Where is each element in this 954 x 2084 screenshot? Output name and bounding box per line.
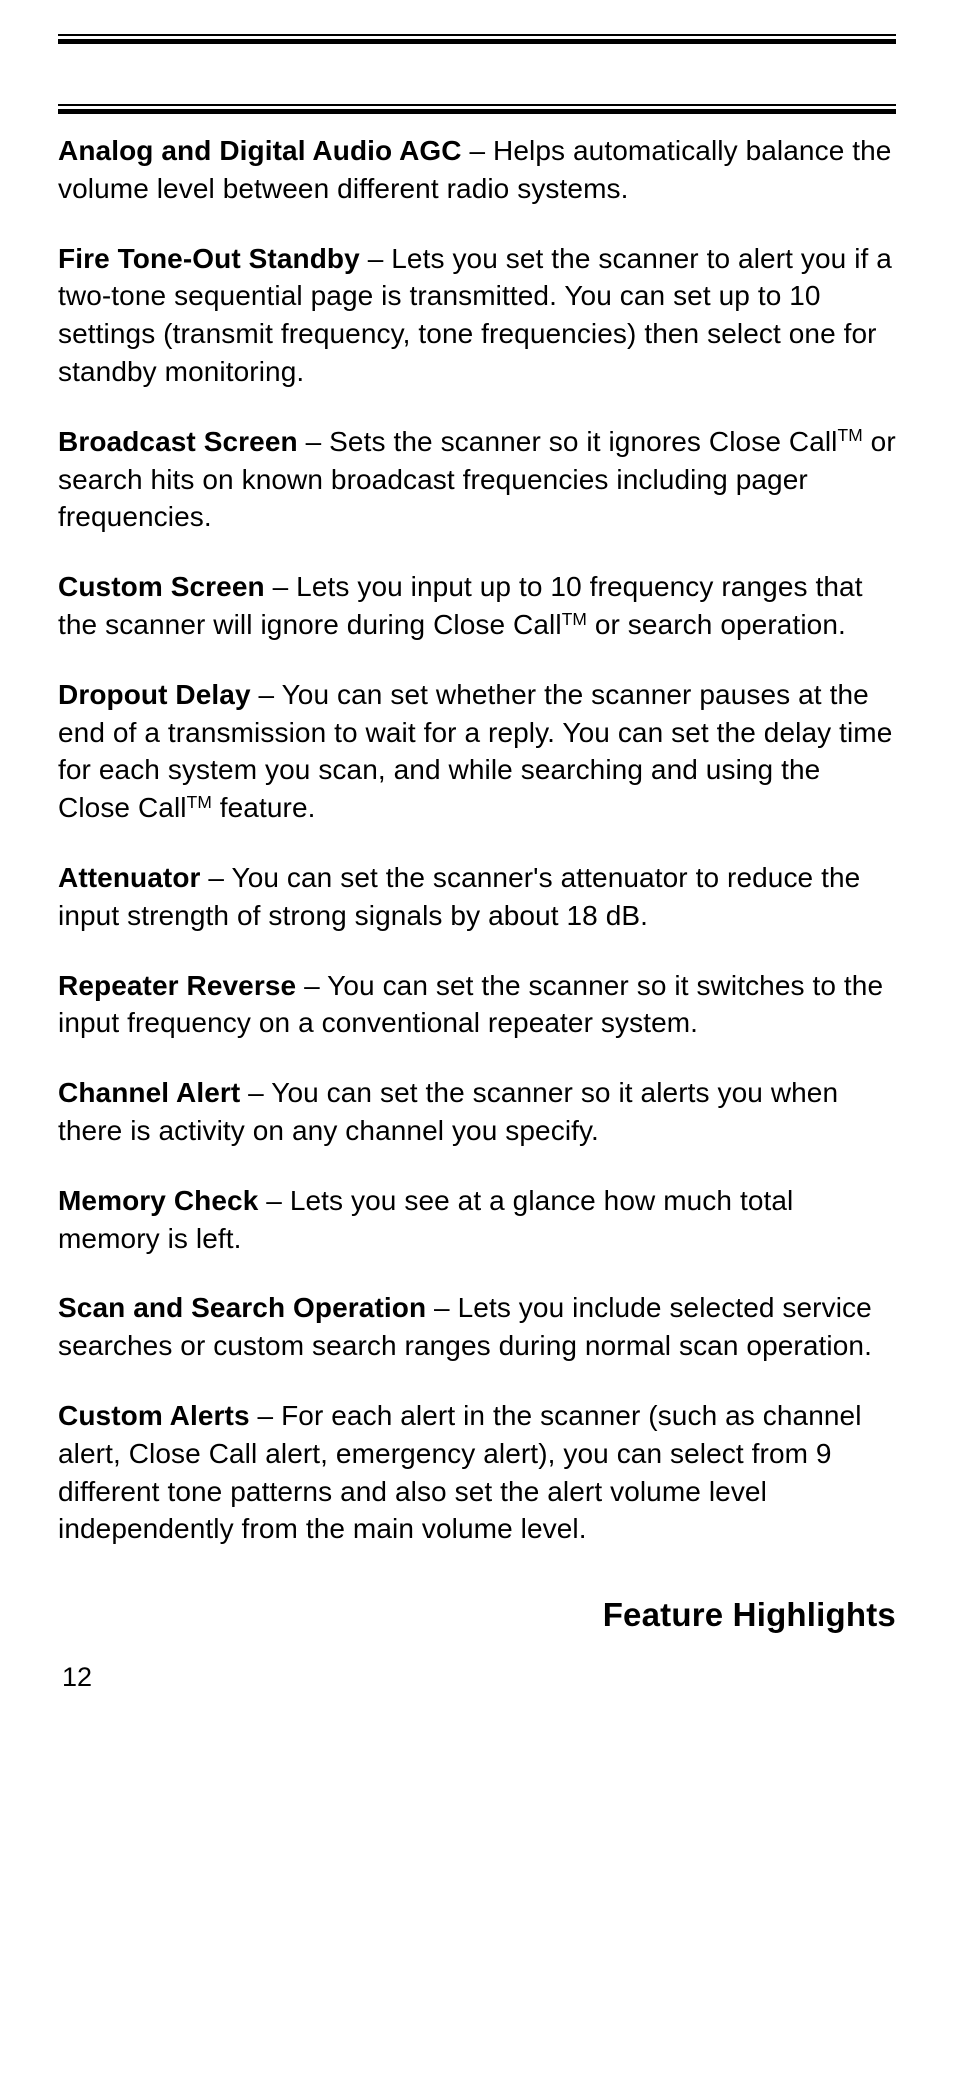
feature-entry: Analog and Digital Audio AGC – Helps aut…	[58, 132, 896, 208]
feature-term: Broadcast Screen	[58, 426, 298, 457]
feature-term: Repeater Reverse	[58, 970, 296, 1001]
feature-entry: Attenuator – You can set the scanner's a…	[58, 859, 896, 935]
rule-thick	[58, 109, 896, 114]
feature-term: Channel Alert	[58, 1077, 240, 1108]
feature-entry: Channel Alert – You can set the scanner …	[58, 1074, 896, 1150]
top-rule-group-2	[58, 104, 896, 114]
feature-entry: Scan and Search Operation – Lets you inc…	[58, 1289, 896, 1365]
trademark-icon: TM	[187, 792, 212, 812]
feature-term: Analog and Digital Audio AGC	[58, 135, 462, 166]
separator: –	[360, 243, 391, 274]
feature-term: Custom Alerts	[58, 1400, 250, 1431]
separator: –	[426, 1292, 457, 1323]
trademark-icon: TM	[838, 425, 863, 445]
feature-entry: Broadcast Screen – Sets the scanner so i…	[58, 423, 896, 536]
feature-description-post: feature.	[212, 792, 316, 823]
feature-entry: Repeater Reverse – You can set the scann…	[58, 967, 896, 1043]
separator: –	[298, 426, 329, 457]
feature-term: Memory Check	[58, 1185, 258, 1216]
document-page: Analog and Digital Audio AGC – Helps aut…	[0, 34, 954, 1743]
separator: –	[462, 135, 493, 166]
separator: –	[296, 970, 327, 1001]
feature-entry: Memory Check – Lets you see at a glance …	[58, 1182, 896, 1258]
separator: –	[250, 1400, 281, 1431]
feature-term: Fire Tone-Out Standby	[58, 243, 360, 274]
feature-term: Custom Screen	[58, 571, 265, 602]
feature-term: Dropout Delay	[58, 679, 251, 710]
separator: –	[240, 1077, 271, 1108]
feature-description-pre: Sets the scanner so it ignores Close Cal…	[329, 426, 837, 457]
feature-entry: Dropout Delay – You can set whether the …	[58, 676, 896, 827]
footer-section-title: Feature Highlights	[58, 1596, 896, 1634]
separator: –	[265, 571, 296, 602]
feature-entry: Fire Tone-Out Standby – Lets you set the…	[58, 240, 896, 391]
separator: –	[258, 1185, 289, 1216]
top-rule-group-1	[58, 34, 896, 44]
feature-entry: Custom Alerts – For each alert in the sc…	[58, 1397, 896, 1548]
feature-term: Attenuator	[58, 862, 201, 893]
separator: –	[251, 679, 282, 710]
feature-list: Analog and Digital Audio AGC – Helps aut…	[58, 132, 896, 1548]
trademark-icon: TM	[562, 609, 587, 629]
feature-entry: Custom Screen – Lets you input up to 10 …	[58, 568, 896, 644]
feature-term: Scan and Search Operation	[58, 1292, 426, 1323]
separator: –	[201, 862, 232, 893]
feature-description-post: or search operation.	[587, 609, 846, 640]
page-number: 12	[58, 1662, 896, 1693]
